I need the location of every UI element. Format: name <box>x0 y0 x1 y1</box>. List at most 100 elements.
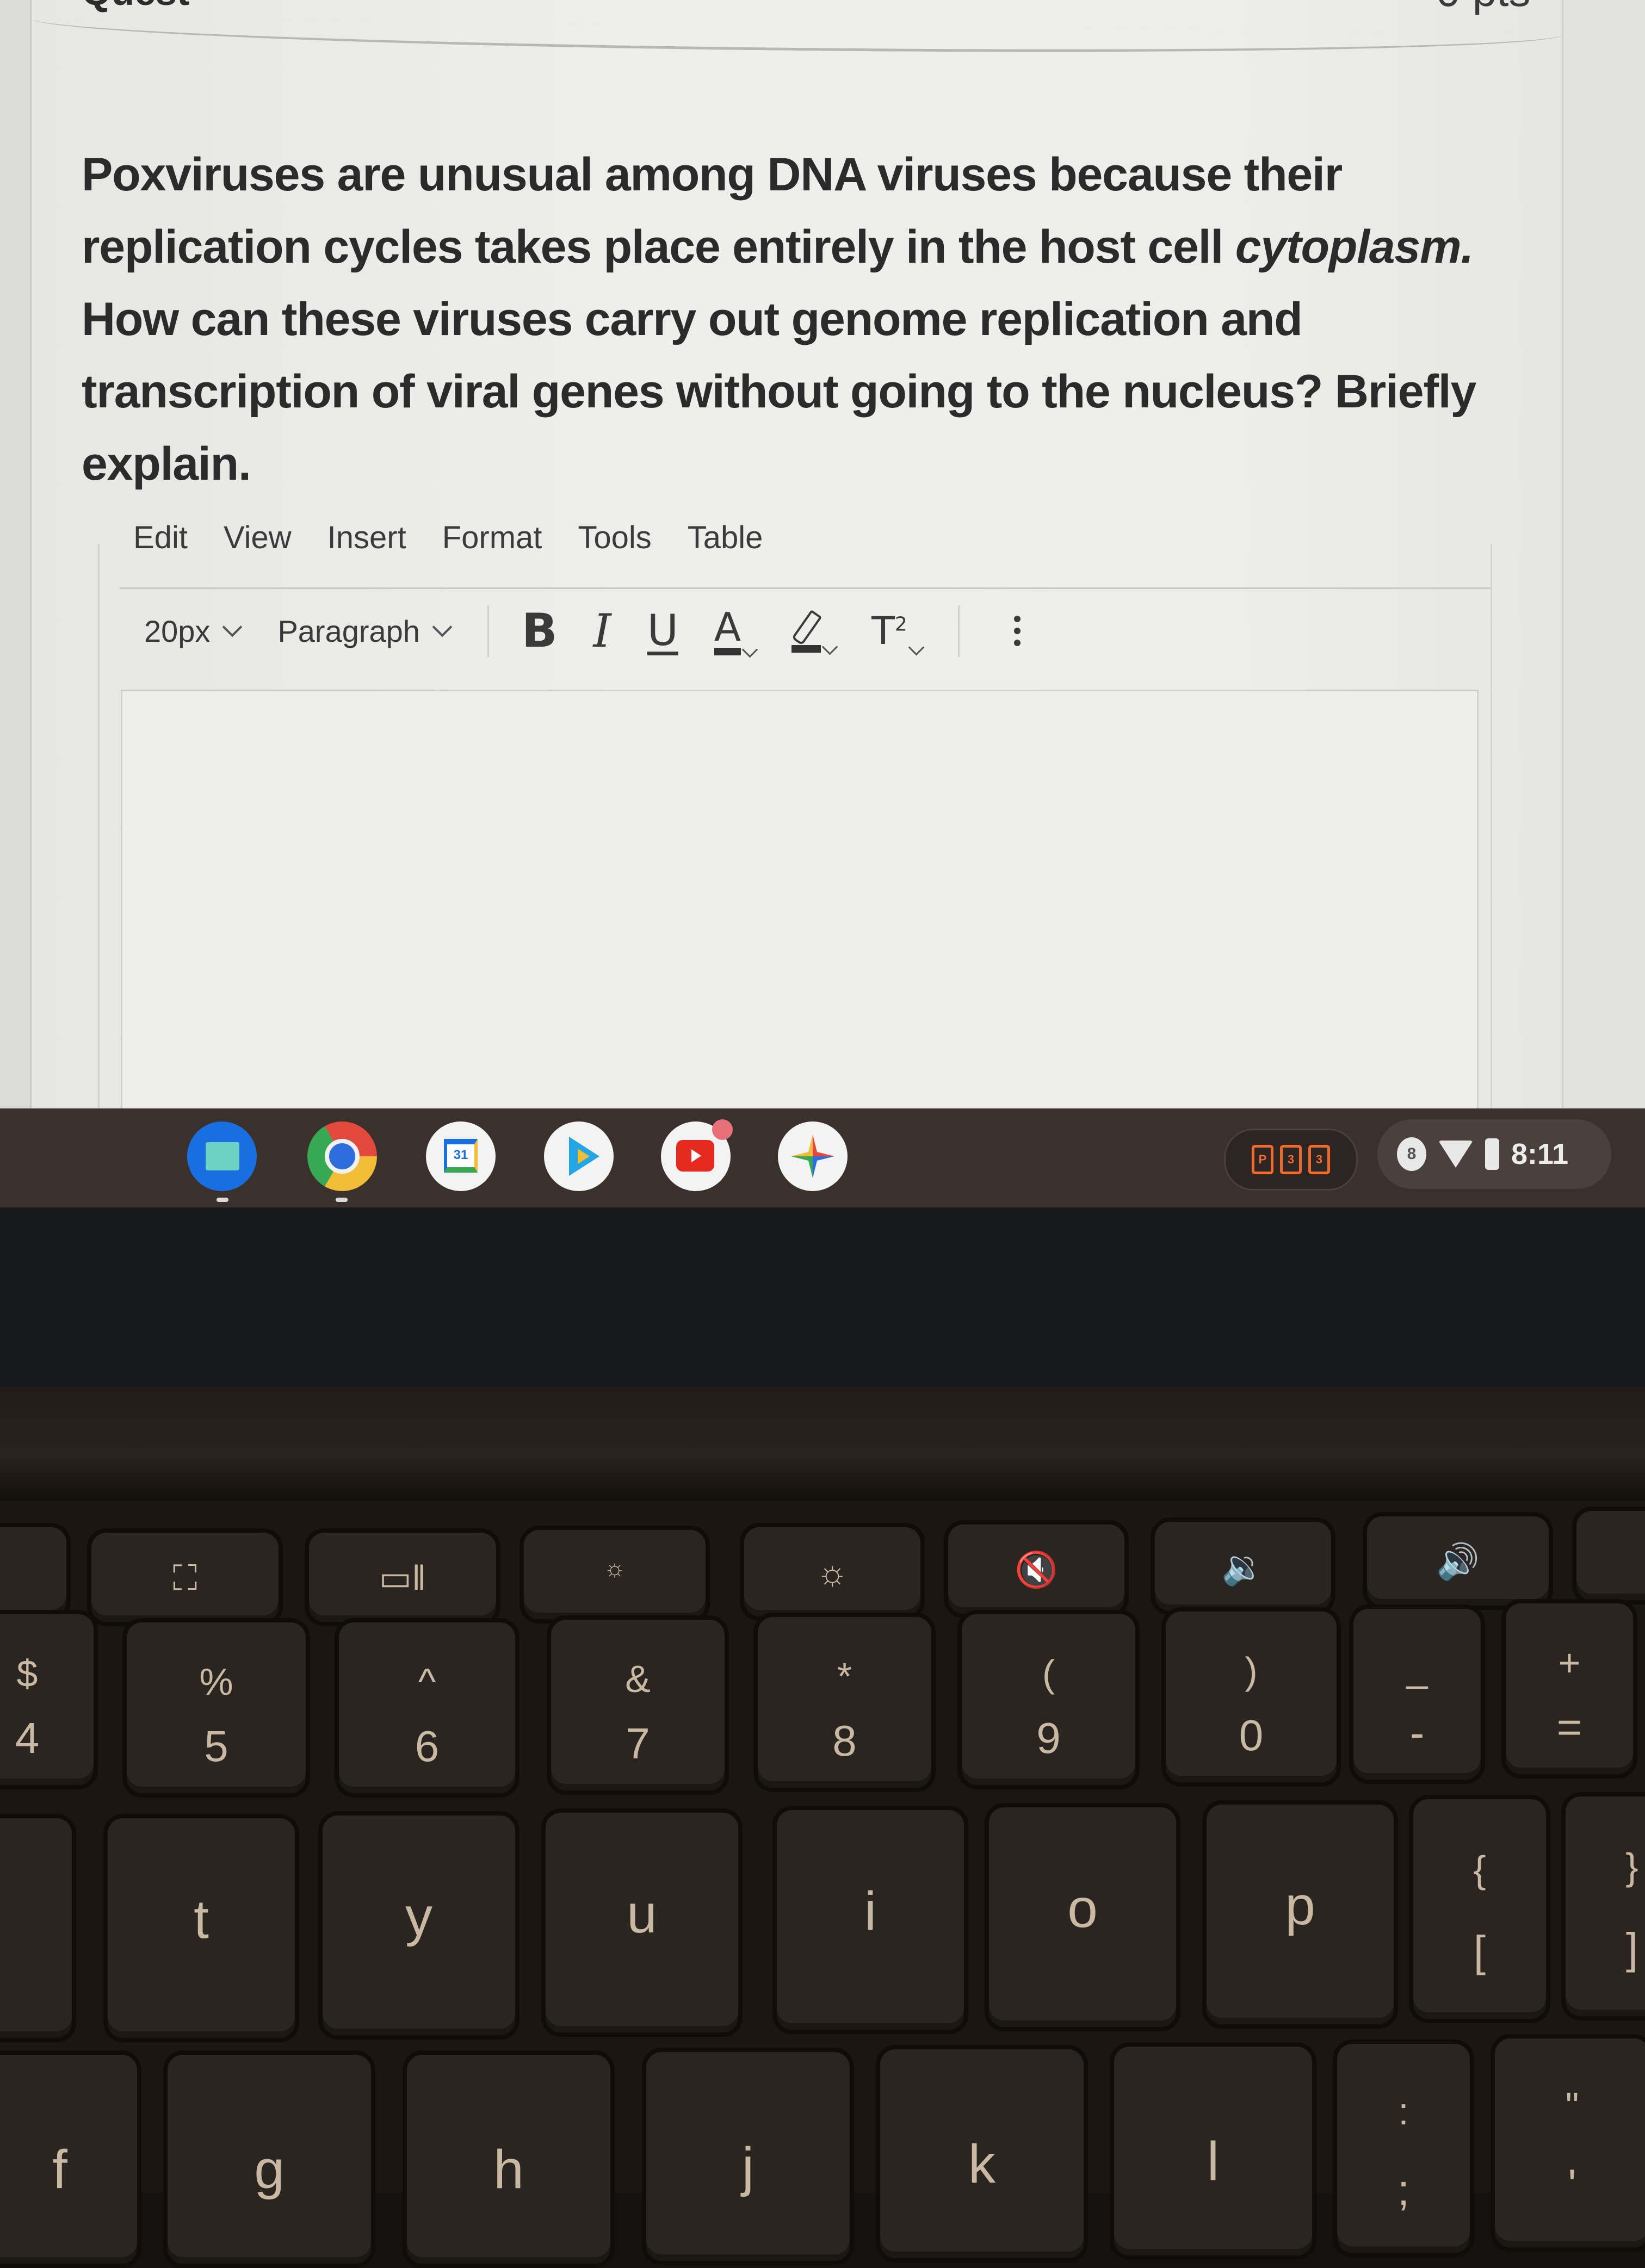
ime-indicator[interactable]: P 3 3 <box>1224 1129 1358 1191</box>
key-j[interactable]: j <box>642 2048 854 2265</box>
key-t[interactable]: t <box>103 1814 299 2042</box>
key-brightness-down[interactable]: ☼ <box>520 1526 710 1623</box>
question-text: Poxviruses are unusual among DNA viruses… <box>82 139 1507 500</box>
key-label: l <box>1207 2130 1220 2192</box>
key-shift-label: ( <box>1042 1652 1055 1695</box>
key-label: t <box>194 1889 209 1950</box>
key-shift-label: { <box>1473 1848 1486 1891</box>
chevron-down-icon <box>821 639 838 655</box>
key-8[interactable]: * 8 <box>753 1613 936 1792</box>
chevron-down-icon <box>432 617 453 637</box>
key-overview[interactable]: ▭‖ <box>305 1528 500 1626</box>
highlight-color-button[interactable] <box>791 609 838 655</box>
key-label: j <box>741 2136 755 2197</box>
key-volume-up[interactable]: 🔊 <box>1363 1512 1553 1610</box>
key-mute[interactable]: 🔇 <box>944 1520 1129 1618</box>
key-u[interactable]: u <box>541 1808 743 2037</box>
text-color-button[interactable]: A <box>714 606 758 658</box>
key-l[interactable]: l <box>1110 2042 1316 2260</box>
italic-icon: I <box>593 604 611 658</box>
chevron-down-icon <box>741 641 758 658</box>
menu-tools[interactable]: Tools <box>578 519 651 556</box>
volume-down-icon: 🔉 <box>1221 1547 1265 1587</box>
question-text-part: How can these viruses carry out genome r… <box>82 293 1476 490</box>
superscript-exp: 2 <box>894 613 907 636</box>
key-function[interactable] <box>1572 1507 1645 1604</box>
key-minus[interactable]: _ - <box>1349 1604 1485 1784</box>
superscript-button[interactable]: T2 <box>871 609 925 656</box>
brightness-down-icon: ☼ <box>603 1554 626 1582</box>
key-label: o <box>1067 1878 1098 1939</box>
menu-view[interactable]: View <box>224 519 292 556</box>
calendar-icon[interactable]: 31 <box>426 1121 496 1191</box>
screen: Quest 0 pts Poxviruses are unusual among… <box>0 0 1645 1110</box>
key-r[interactable] <box>0 1814 76 2042</box>
page-scrollbar-area[interactable] <box>1562 0 1645 1110</box>
menu-edit[interactable]: Edit <box>133 519 188 556</box>
key-h[interactable]: h <box>403 2050 615 2268</box>
volume-up-icon: 🔊 <box>1436 1541 1480 1581</box>
notification-badge <box>712 1119 733 1140</box>
key-label: 6 <box>415 1722 440 1771</box>
more-options-icon[interactable] <box>1013 616 1021 646</box>
answer-editor[interactable] <box>121 690 1479 1110</box>
font-size-select[interactable]: 20px <box>144 614 243 649</box>
menu-table[interactable]: Table <box>688 519 763 556</box>
key-shift-label: ^ <box>418 1660 436 1703</box>
key-shift-label: * <box>837 1655 852 1698</box>
key-fullscreen[interactable]: ⛶ <box>87 1528 283 1626</box>
key-label: 5 <box>204 1722 228 1771</box>
calendar-date: 31 <box>444 1139 478 1173</box>
italic-button[interactable]: I <box>593 604 611 658</box>
key-4[interactable]: $4 <box>0 1610 98 1789</box>
key-label: 0 <box>1239 1711 1264 1760</box>
key-quote[interactable]: " ' <box>1491 2034 1645 2252</box>
key-k[interactable]: k <box>876 2045 1088 2263</box>
key-0[interactable]: ) 0 <box>1161 1607 1341 1787</box>
key-p[interactable]: p <box>1202 1800 1398 2029</box>
key-i[interactable]: i <box>772 1806 968 2034</box>
key-left-bracket[interactable]: {[ <box>1409 1795 1550 2023</box>
key-right-bracket[interactable]: }] <box>1561 1792 1645 2021</box>
block-format-value: Paragraph <box>277 614 420 648</box>
editor-panel-border <box>1491 544 1492 1110</box>
play-store-icon[interactable] <box>544 1121 614 1191</box>
key-label: ' <box>1568 2160 1576 2209</box>
key-equals[interactable]: + = <box>1501 1599 1637 1779</box>
underline-button[interactable]: U <box>647 606 678 655</box>
editor-toolbar: 20px Paragraph B I U A T2 <box>144 604 1021 658</box>
superscript-icon: T2 <box>871 609 907 653</box>
key-label: ] <box>1625 1924 1638 1973</box>
menu-format[interactable]: Format <box>442 519 542 556</box>
key-shift-label: } <box>1625 1845 1638 1888</box>
files-icon[interactable] <box>187 1121 257 1191</box>
status-tray[interactable]: 8 8:11 <box>1377 1119 1611 1189</box>
underline-icon: U <box>647 606 678 655</box>
key-6[interactable]: ^ 6 <box>335 1618 520 1798</box>
mute-icon: 🔇 <box>1015 1550 1058 1589</box>
key-brightness-up[interactable]: ☼ <box>740 1523 925 1621</box>
youtube-icon[interactable] <box>661 1119 733 1191</box>
key-f[interactable]: f <box>0 2050 141 2268</box>
chrome-icon[interactable] <box>307 1121 377 1191</box>
block-format-select[interactable]: Paragraph <box>277 614 453 649</box>
photos-icon[interactable] <box>778 1121 848 1191</box>
key-function[interactable] <box>0 1523 71 1621</box>
question-points: 0 pts <box>1436 0 1530 16</box>
menubar-divider <box>120 587 1491 589</box>
chevron-down-icon <box>222 617 243 637</box>
key-label: = <box>1556 1703 1582 1752</box>
key-volume-down[interactable]: 🔉 <box>1151 1517 1335 1615</box>
key-label: 7 <box>626 1719 650 1768</box>
bold-button[interactable]: B <box>522 604 558 658</box>
key-o[interactable]: o <box>985 1803 1180 2031</box>
key-semicolon[interactable]: :; <box>1333 2040 1474 2257</box>
key-5[interactable]: % 5 <box>122 1618 310 1798</box>
notification-count-icon: 8 <box>1397 1137 1426 1171</box>
key-g[interactable]: g <box>163 2050 375 2268</box>
key-y[interactable]: y <box>318 1811 520 2040</box>
menu-insert[interactable]: Insert <box>327 519 406 556</box>
toolbar-separator <box>957 605 960 657</box>
key-9[interactable]: (9 <box>957 1610 1140 1789</box>
key-7[interactable]: & 7 <box>547 1615 729 1795</box>
